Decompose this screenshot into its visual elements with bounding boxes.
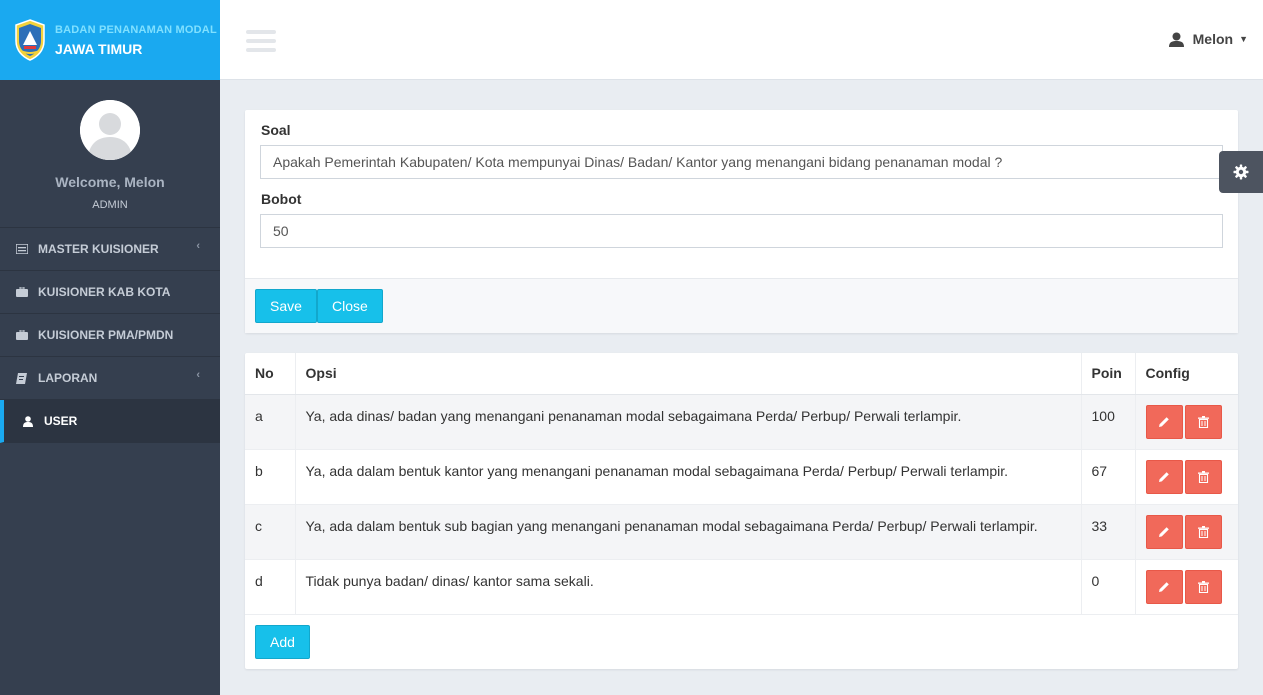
sidebar-item-label: KUISIONER KAB KOTA (38, 285, 171, 299)
row-opsi: Tidak punya badan/ dinas/ kantor sama se… (295, 559, 1082, 615)
row-config (1135, 504, 1238, 560)
trash-icon (1197, 525, 1209, 538)
settings-toggle[interactable] (1219, 151, 1263, 193)
bobot-input[interactable] (260, 214, 1223, 248)
col-config-header: Config (1135, 353, 1238, 395)
top-navbar: Melon ▼ (220, 0, 1263, 80)
pencil-icon (1159, 526, 1169, 537)
edit-button[interactable] (1145, 404, 1183, 439)
sidebar-item-user[interactable]: USER (0, 400, 220, 443)
avatar-silhouette-icon (80, 100, 140, 160)
row-no: a (245, 394, 296, 450)
sidebar-item-label: KUISIONER PMA/PMDN (38, 328, 174, 342)
welcome-text: Welcome, Melon (55, 174, 165, 190)
col-poin-header: Poin (1081, 353, 1136, 395)
sidebar-item-laporan[interactable]: LAPORAN ‹ (0, 357, 220, 400)
trash-icon (1197, 580, 1209, 593)
trash-icon (1197, 415, 1209, 428)
options-panel: No Opsi Poin Config a Ya, ada dinas/ bad… (245, 353, 1238, 669)
brand-line-1: BADAN PENANAMAN MODAL (55, 23, 217, 36)
hamburger-menu-icon[interactable] (246, 30, 276, 52)
briefcase-icon (15, 329, 28, 341)
bobot-label: Bobot (261, 191, 302, 207)
avatar (80, 100, 140, 160)
sidebar-item-kuisioner-kab-kota[interactable]: KUISIONER KAB KOTA (0, 271, 220, 314)
sidebar-item-label: LAPORAN (38, 371, 98, 385)
row-opsi: Ya, ada dinas/ badan yang menangani pena… (295, 394, 1082, 450)
list-icon (15, 243, 28, 255)
chevron-left-icon: ‹ (196, 240, 200, 252)
row-config (1135, 559, 1238, 615)
sidebar: BADAN PENANAMAN MODAL JAWA TIMUR Welcome… (0, 0, 220, 695)
user-icon (21, 415, 34, 427)
chevron-left-icon: ‹ (196, 369, 200, 381)
pencil-icon (1159, 416, 1169, 427)
close-button[interactable]: Close (317, 289, 383, 323)
form-footer: Save Close (245, 278, 1238, 333)
trash-icon (1197, 470, 1209, 483)
sidebar-item-label: MASTER KUISIONER (38, 242, 159, 256)
caret-down-icon: ▼ (1239, 34, 1248, 44)
row-poin: 100 (1081, 394, 1136, 450)
pencil-icon (1159, 471, 1169, 482)
row-no: c (245, 504, 296, 560)
options-table: No Opsi Poin Config a Ya, ada dinas/ bad… (245, 353, 1238, 615)
save-button[interactable]: Save (255, 289, 317, 323)
add-option-button[interactable]: Add (255, 625, 310, 659)
table-header-row: No Opsi Poin Config (245, 353, 1238, 395)
user-dropdown[interactable]: Melon ▼ (1168, 31, 1248, 47)
delete-button[interactable] (1184, 569, 1222, 604)
col-opsi-header: Opsi (295, 353, 1082, 395)
edit-button[interactable] (1145, 569, 1183, 604)
sidebar-item-master-kuisioner[interactable]: MASTER KUISIONER ‹ (0, 228, 220, 271)
sidebar-item-label: USER (44, 414, 78, 428)
row-opsi: Ya, ada dalam bentuk kantor yang menanga… (295, 449, 1082, 505)
soal-input[interactable] (260, 145, 1223, 179)
row-poin: 67 (1081, 449, 1136, 505)
briefcase-icon (15, 286, 28, 298)
row-poin: 0 (1081, 559, 1136, 615)
table-row: c Ya, ada dalam bentuk sub bagian yang m… (245, 504, 1238, 560)
row-no: d (245, 559, 296, 615)
delete-button[interactable] (1184, 514, 1222, 549)
user-icon (1168, 32, 1184, 47)
edit-button[interactable] (1145, 459, 1183, 494)
delete-button[interactable] (1184, 404, 1222, 439)
pencil-icon (1159, 581, 1169, 592)
edit-button[interactable] (1145, 514, 1183, 549)
brand[interactable]: BADAN PENANAMAN MODAL JAWA TIMUR (0, 0, 220, 80)
col-no-header: No (245, 353, 296, 395)
delete-button[interactable] (1184, 459, 1222, 494)
row-config (1135, 449, 1238, 505)
user-name: Melon (1192, 31, 1234, 47)
row-opsi: Ya, ada dalam bentuk sub bagian yang men… (295, 504, 1082, 560)
user-profile: Welcome, Melon ADMIN (0, 80, 220, 228)
row-poin: 33 (1081, 504, 1136, 560)
soal-label: Soal (261, 122, 291, 138)
brand-line-2: JAWA TIMUR (55, 40, 143, 57)
row-config (1135, 394, 1238, 450)
table-row: b Ya, ada dalam bentuk kantor yang menan… (245, 449, 1238, 505)
table-row: a Ya, ada dinas/ badan yang menangani pe… (245, 394, 1238, 450)
row-no: b (245, 449, 296, 505)
book-icon (15, 372, 28, 384)
gear-icon (1233, 164, 1249, 180)
sidebar-item-kuisioner-pma-pmdn[interactable]: KUISIONER PMA/PMDN (0, 314, 220, 357)
table-row: d Tidak punya badan/ dinas/ kantor sama … (245, 559, 1238, 615)
user-role: ADMIN (92, 199, 128, 211)
question-form-panel: Soal Bobot Save Close (245, 110, 1238, 333)
province-logo-icon (15, 19, 45, 61)
